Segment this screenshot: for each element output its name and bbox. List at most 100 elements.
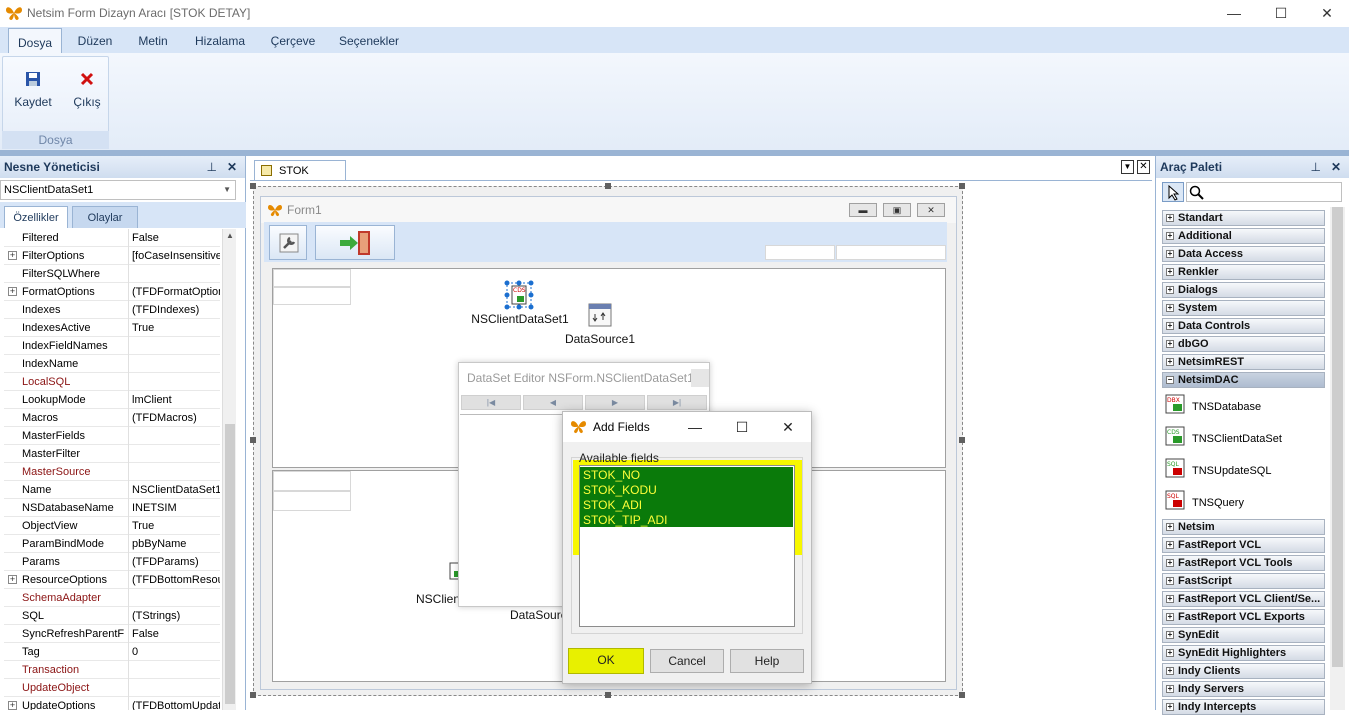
tab-dosya[interactable]: Dosya (8, 28, 62, 54)
field-item-stok-kodu[interactable]: STOK_KODU (583, 483, 657, 498)
property-row[interactable]: FilterSQLWhere (4, 265, 220, 283)
property-row[interactable]: MasterFields (4, 427, 220, 445)
property-row[interactable]: SyncRefreshParentF False (4, 625, 220, 643)
palette-item[interactable]: DBX TNSDatabase (1164, 393, 1324, 423)
resize-handle[interactable] (250, 692, 256, 698)
tab-secenekler[interactable]: Seçenekler (332, 27, 406, 53)
expand-plus-icon[interactable]: + (1166, 268, 1174, 276)
expand-plus-icon[interactable]: + (1166, 559, 1174, 567)
property-row[interactable]: IndexName (4, 355, 220, 373)
pin-icon[interactable]: ⊥ (1311, 156, 1321, 178)
close-doc-icon[interactable]: ✕ (1137, 160, 1150, 174)
property-value[interactable]: [foCaseInsensitive (128, 247, 220, 265)
datasource1-component[interactable]: DataSource1 (562, 302, 638, 346)
expand-plus-icon[interactable]: + (1166, 649, 1174, 657)
property-value[interactable] (128, 373, 220, 391)
pin-icon[interactable]: ⊥ (207, 156, 217, 178)
nav-last-button[interactable]: ▶| (647, 395, 707, 410)
close-window-button[interactable]: ✕ (1303, 0, 1349, 27)
tab-metin[interactable]: Metin (128, 27, 178, 53)
property-value[interactable]: True (128, 319, 220, 337)
property-value[interactable] (128, 355, 220, 373)
expand-plus-icon[interactable]: + (1166, 340, 1174, 348)
expand-plus-icon[interactable]: + (1166, 667, 1174, 675)
property-row[interactable]: LocalSQL (4, 373, 220, 391)
property-row[interactable]: SQL (TStrings) (4, 607, 220, 625)
property-row[interactable]: + UpdateOptions (TFDBottomUpdate (4, 697, 220, 710)
property-value[interactable] (128, 445, 220, 463)
tab-hizalama[interactable]: Hizalama (186, 27, 254, 53)
expand-plus-icon[interactable]: + (1166, 577, 1174, 585)
resize-handle[interactable] (250, 437, 256, 443)
resize-handle[interactable] (605, 692, 611, 698)
property-value[interactable]: (TFDMacros) (128, 409, 220, 427)
property-row[interactable]: Transaction (4, 661, 220, 679)
palette-category[interactable]: + Renkler (1162, 264, 1325, 280)
property-row[interactable]: Filtered False (4, 229, 220, 247)
save-button[interactable]: Kaydet (7, 59, 59, 131)
property-value[interactable] (128, 661, 220, 679)
property-value[interactable]: (TFDBottomUpdate (128, 697, 220, 710)
resize-handle[interactable] (959, 183, 965, 189)
tab-ozellikler[interactable]: Özellikler (4, 206, 68, 228)
expand-plus-icon[interactable]: + (1166, 541, 1174, 549)
property-row[interactable]: + ResourceOptions (TFDBottomResour (4, 571, 220, 589)
maximize-button[interactable]: ☐ (1257, 0, 1305, 27)
cancel-button[interactable]: Cancel (650, 649, 724, 673)
palette-category[interactable]: + Indy Servers (1162, 681, 1325, 697)
property-value[interactable] (128, 679, 220, 697)
expand-plus-icon[interactable]: + (1166, 286, 1174, 294)
property-value[interactable]: pbByName (128, 535, 220, 553)
property-value[interactable]: False (128, 229, 220, 247)
minimize-button[interactable]: — (1210, 0, 1258, 27)
resize-handle[interactable] (959, 437, 965, 443)
expand-plus-icon[interactable]: + (1166, 250, 1174, 258)
expand-plus-icon[interactable]: + (1166, 631, 1174, 639)
form-restore-icon[interactable]: ▣ (883, 203, 911, 217)
nsclientdataset1-component[interactable]: CDS NSClientDataSet1 (470, 280, 570, 330)
property-value[interactable]: lmClient (128, 391, 220, 409)
form-close-icon[interactable]: ✕ (917, 203, 945, 217)
property-value[interactable]: (TFDIndexes) (128, 301, 220, 319)
field-item-stok-adi[interactable]: STOK_ADI (583, 498, 642, 513)
nav-prior-button[interactable]: ◀ (523, 395, 583, 410)
property-value[interactable]: (TFDParams) (128, 553, 220, 571)
palette-category[interactable]: + Indy Intercepts (1162, 699, 1325, 715)
property-row[interactable]: MasterFilter (4, 445, 220, 463)
close-panel-icon[interactable]: ✕ (1331, 156, 1341, 178)
object-selector[interactable]: NSClientDataSet1 ▼ (0, 180, 236, 200)
property-row[interactable]: IndexesActive True (4, 319, 220, 337)
expand-plus-icon[interactable]: + (1166, 304, 1174, 312)
resize-handle[interactable] (605, 183, 611, 189)
tab-duzen[interactable]: Düzen (68, 27, 122, 53)
palette-category[interactable]: + SynEdit (1162, 627, 1325, 643)
palette-category[interactable]: + FastReport VCL Tools (1162, 555, 1325, 571)
ok-button[interactable]: OK (569, 649, 643, 673)
palette-search-input[interactable] (1186, 182, 1342, 202)
property-value[interactable] (128, 337, 220, 355)
property-row[interactable]: IndexFieldNames (4, 337, 220, 355)
palette-item[interactable]: SQL TNSQuery (1164, 489, 1324, 519)
property-value[interactable] (128, 463, 220, 481)
palette-item[interactable]: CDS TNSClientDataSet (1164, 425, 1324, 455)
palette-category[interactable]: + Data Access (1162, 246, 1325, 262)
property-value[interactable]: True (128, 517, 220, 535)
expand-plus-icon[interactable]: + (1166, 232, 1174, 240)
expand-plus-icon[interactable]: + (1166, 322, 1174, 330)
property-row[interactable]: SchemaAdapter (4, 589, 220, 607)
palette-item[interactable]: SQL TNSUpdateSQL (1164, 457, 1324, 487)
scrollbar-thumb[interactable] (1332, 207, 1343, 667)
property-row[interactable]: ObjectView True (4, 517, 220, 535)
expand-plus-icon[interactable]: + (1166, 358, 1174, 366)
palette-category[interactable]: + FastReport VCL (1162, 537, 1325, 553)
help-button[interactable]: Help (730, 649, 804, 673)
scrollbar-thumb[interactable] (225, 424, 235, 704)
close-panel-icon[interactable]: ✕ (227, 156, 237, 178)
field-item-stok-tip-adi[interactable]: STOK_TIP_ADI (583, 513, 667, 528)
dropdown-icon[interactable]: ▼ (1121, 160, 1134, 174)
property-value[interactable] (128, 589, 220, 607)
pointer-tool-button[interactable] (1162, 182, 1184, 202)
property-row[interactable]: Tag 0 (4, 643, 220, 661)
palette-category[interactable]: + FastReport VCL Client/Se... (1162, 591, 1325, 607)
palette-category[interactable]: + Netsim (1162, 519, 1325, 535)
